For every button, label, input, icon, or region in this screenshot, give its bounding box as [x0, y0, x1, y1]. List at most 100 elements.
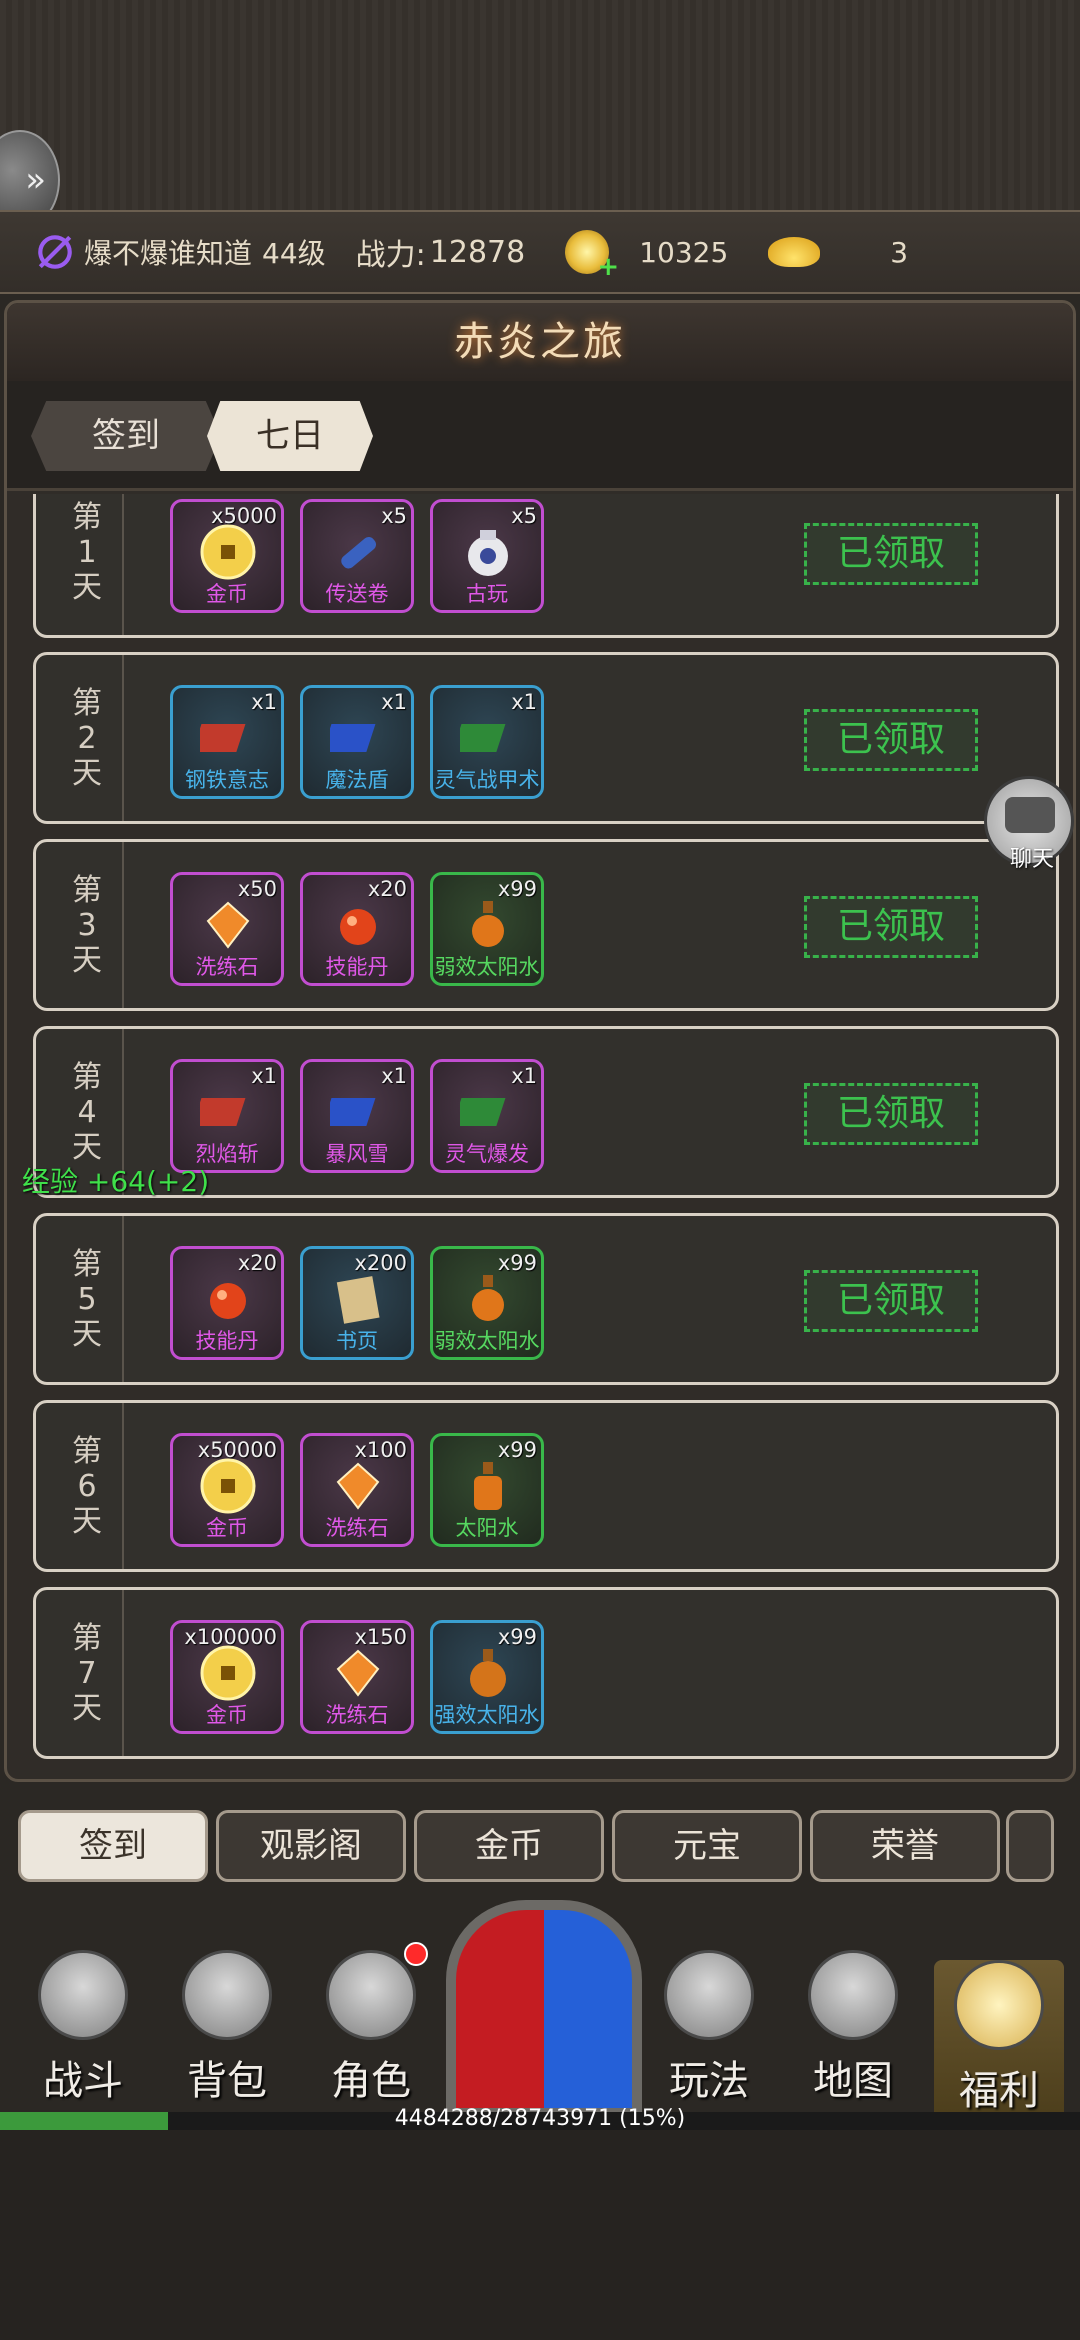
notification-dot — [404, 1942, 428, 1966]
reward-item[interactable]: x20 技能丹 — [300, 872, 414, 986]
coin-add-icon[interactable] — [565, 230, 619, 282]
claimed-button[interactable]: 已领取 — [804, 896, 978, 958]
reward-item[interactable]: x1 暴风雪 — [300, 1059, 414, 1173]
subtab-theater[interactable]: 观影阁 — [216, 1810, 406, 1882]
nav-bag[interactable]: 背包 — [162, 1950, 292, 2110]
red-book-icon — [200, 724, 246, 752]
seven-day-panel: 赤炎之旅 签到 七日 第1天 x5000金币 x5传送卷 x5古玩 已领取 — [4, 300, 1076, 1782]
gem-icon — [336, 1462, 380, 1510]
reward-item[interactable]: x1 烈焰斩 — [170, 1059, 284, 1173]
potion-icon — [474, 1462, 502, 1510]
pill-icon — [340, 909, 376, 945]
xp-text: 4484288/28743971 (15%) — [394, 2106, 686, 2131]
reward-item[interactable]: x1 灵气战甲术 — [430, 685, 544, 799]
gold-coin-icon — [200, 1645, 256, 1701]
day-row-5: 第5天 x20 技能丹 x200 书页 x99 弱效太阳水 已领取 — [33, 1213, 1059, 1385]
subtab-signin[interactable]: 签到 — [18, 1810, 208, 1882]
gem-icon — [206, 901, 250, 949]
reward-item[interactable]: x99 弱效太阳水 — [430, 1246, 544, 1360]
reward-item[interactable]: x100 洗练石 — [300, 1433, 414, 1547]
reward-item[interactable]: x5000 金币 — [170, 499, 284, 613]
bottom-background — [0, 2130, 1080, 2340]
scroll-icon — [341, 537, 377, 569]
nav-gameplay[interactable]: 玩法 — [644, 1950, 774, 2110]
tab-seven-day[interactable]: 七日 — [207, 401, 373, 471]
subtab-gold[interactable]: 金币 — [414, 1810, 604, 1882]
reward-item[interactable]: x1 灵气爆发 — [430, 1059, 544, 1173]
nav-welfare[interactable]: 福利 — [934, 1960, 1064, 2130]
panel-title: 赤炎之旅 — [7, 303, 1073, 381]
reward-item[interactable]: x150 洗练石 — [300, 1620, 414, 1734]
day-label: 第3天 — [52, 842, 124, 1008]
portal-button[interactable] — [446, 1900, 642, 2118]
reward-item[interactable]: x1 魔法盾 — [300, 685, 414, 799]
claimed-button[interactable]: 已领取 — [804, 1270, 978, 1332]
reward-item[interactable]: x200 书页 — [300, 1246, 414, 1360]
day-label: 第1天 — [52, 494, 124, 635]
day-row-2: 第2天 x1 钢铁意志 x1 魔法盾 x1 灵气战甲术 已领取 — [33, 652, 1059, 824]
day-label: 第5天 — [52, 1216, 124, 1382]
exp-gain-text: 经验 +64(+2) — [22, 1165, 210, 1198]
backpack-icon — [182, 1950, 272, 2040]
welfare-sub-tabs: 签到 观影阁 金币 元宝 荣誉 — [0, 1800, 1054, 1882]
crossed-swords-icon — [38, 1950, 128, 2040]
vip-icon — [38, 235, 72, 269]
player-status-bar: 爆不爆谁知道 44级 战力: 12878 10325 3 — [0, 210, 1080, 294]
potion-icon — [472, 901, 504, 947]
panel-tabs: 签到 七日 — [7, 381, 1073, 491]
reward-item[interactable]: x5 古玩 — [430, 499, 544, 613]
treasure-chest-icon — [954, 1960, 1044, 2050]
reward-item[interactable]: x100000 金币 — [170, 1620, 284, 1734]
chat-label: 聊天 — [1009, 847, 1054, 872]
day-row-3: 第3天 x50 洗练石 x20 技能丹 x99 弱效太阳水 已领取 — [33, 839, 1059, 1011]
reward-item[interactable]: x1 钢铁意志 — [170, 685, 284, 799]
potion-icon — [470, 1649, 506, 1697]
player-name: 爆不爆谁知道 — [84, 237, 253, 270]
day-label: 第2天 — [52, 655, 124, 821]
chat-icon — [1005, 797, 1055, 833]
day-list[interactable]: 第1天 x5000 金币 x5 传送卷 x5 古玩 已领取 第2天 x1 钢铁意志 — [7, 494, 1073, 1782]
nav-map[interactable]: 地图 — [788, 1950, 918, 2110]
nav-battle[interactable]: 战斗 — [18, 1950, 148, 2110]
day-row-1: 第1天 x5000 金币 x5 传送卷 x5 古玩 已领取 — [33, 494, 1059, 638]
reward-item[interactable]: x5 传送卷 — [300, 499, 414, 613]
vase-icon — [468, 530, 508, 576]
day-row-7: 第7天 x100000 金币 x150 洗练石 x99 强效太阳水 — [33, 1587, 1059, 1759]
chat-button[interactable]: 聊天 — [984, 776, 1074, 872]
green-book-icon — [460, 724, 506, 752]
reward-item[interactable]: x99 强效太阳水 — [430, 1620, 544, 1734]
ingot-count: 3 — [890, 235, 909, 269]
player-level: 44级 — [262, 237, 326, 270]
reward-item[interactable]: x99 太阳水 — [430, 1433, 544, 1547]
power-value: 12878 — [429, 234, 526, 270]
reward-item[interactable]: x50000 金币 — [170, 1433, 284, 1547]
subtab-ingot[interactable]: 元宝 — [612, 1810, 802, 1882]
reward-item[interactable]: x50 洗练石 — [170, 872, 284, 986]
top-background — [0, 0, 1080, 220]
sword-icon — [664, 1950, 754, 2040]
claimed-button[interactable]: 已领取 — [804, 523, 978, 585]
day-row-6: 第6天 x50000 金币 x100 洗练石 x99 太阳水 — [33, 1400, 1059, 1572]
helmet-icon — [326, 1950, 416, 2040]
page-icon — [336, 1276, 380, 1324]
potion-icon — [472, 1275, 504, 1321]
blue-book-icon — [330, 1098, 376, 1126]
blue-book-icon — [330, 724, 376, 752]
tab-signin[interactable]: 签到 — [31, 401, 221, 471]
subtab-honor[interactable]: 荣誉 — [810, 1810, 1000, 1882]
gem-icon — [336, 1649, 380, 1697]
nav-character[interactable]: 角色 — [306, 1950, 436, 2110]
reward-item[interactable]: x99 弱效太阳水 — [430, 872, 544, 986]
reward-item[interactable]: x20 技能丹 — [170, 1246, 284, 1360]
green-book-icon — [460, 1098, 506, 1126]
coin-count: 10325 — [639, 235, 729, 269]
subtab-more[interactable] — [1006, 1810, 1054, 1882]
day-label: 第7天 — [52, 1590, 124, 1756]
ingot-icon — [768, 237, 821, 267]
claimed-button[interactable]: 已领取 — [804, 709, 978, 771]
claimed-button[interactable]: 已领取 — [804, 1083, 978, 1145]
red-book-icon — [200, 1098, 246, 1126]
day-label: 第6天 — [52, 1403, 124, 1569]
gold-coin-icon — [200, 524, 256, 580]
power-label: 战力: — [355, 238, 426, 273]
